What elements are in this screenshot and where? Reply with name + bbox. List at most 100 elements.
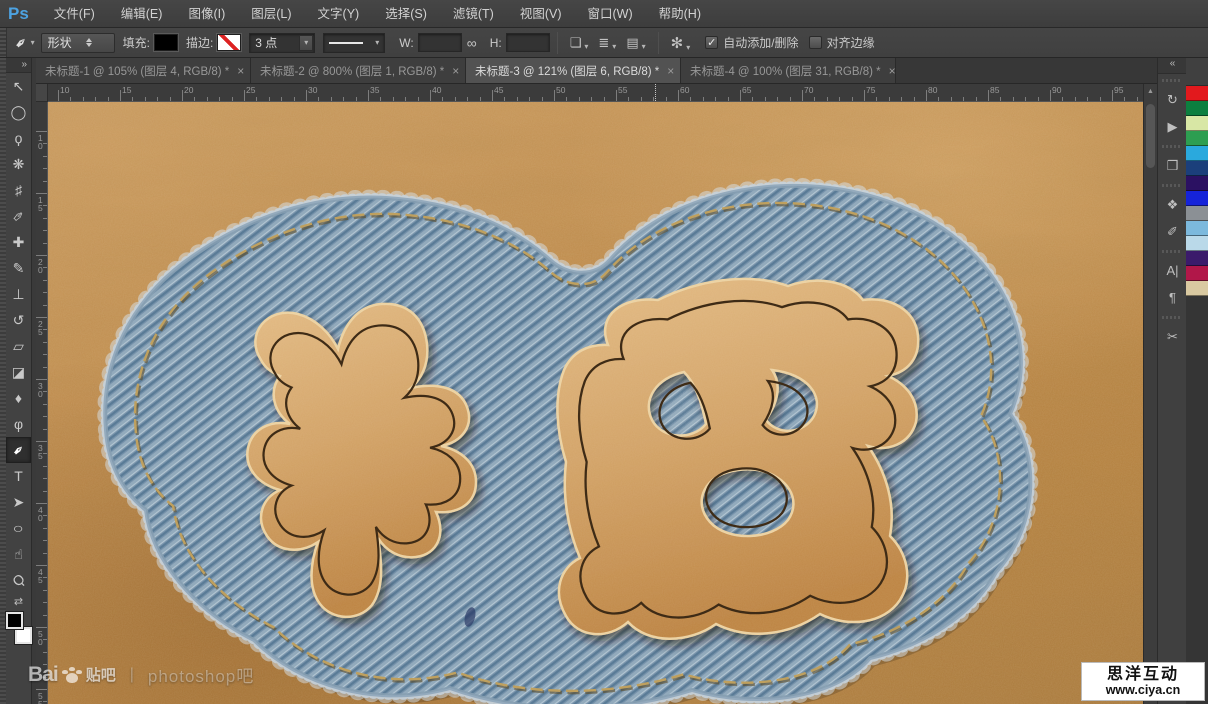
tab-close-icon[interactable]: × (452, 64, 459, 78)
menu-item[interactable]: 图层(L) (238, 0, 304, 28)
color-swatch[interactable] (1186, 176, 1208, 191)
type-tool[interactable]: T (6, 463, 31, 489)
link-dimensions-icon[interactable]: ∞ (462, 35, 482, 51)
ellipse-tool[interactable]: ○ (6, 515, 31, 541)
menu-item[interactable]: 选择(S) (372, 0, 440, 28)
horizontal-ruler[interactable]: 101520253035404550556065707580859095 (48, 84, 1143, 102)
color-swatch[interactable] (1186, 131, 1208, 146)
panel-group-grip[interactable] (1162, 313, 1182, 321)
geometry-options-button[interactable]: ✻▾ (666, 34, 696, 52)
pen-tool[interactable]: ✒ (6, 437, 31, 463)
vertical-ruler[interactable]: 10152025303540455055 (36, 102, 48, 704)
menu-item[interactable]: 滤镜(T) (440, 0, 507, 28)
path-selection-tool[interactable]: ➤ (6, 489, 31, 515)
menu-item[interactable]: 文件(F) (41, 0, 108, 28)
crop-tool[interactable]: ♯ (6, 177, 31, 203)
color-swatch[interactable] (1186, 161, 1208, 176)
path-operations-button[interactable]: ❏▾ (565, 35, 594, 51)
properties-panel-button[interactable]: ✂ (1158, 323, 1187, 350)
clone-stamp-tool[interactable]: ⊥ (6, 281, 31, 307)
brush-presets-panel-icon: ❖ (1167, 197, 1179, 213)
character-panel-button[interactable]: A| (1158, 257, 1187, 284)
menu-item[interactable]: 文字(Y) (305, 0, 373, 28)
color-swatch[interactable] (1186, 116, 1208, 131)
vertical-scrollbar[interactable]: ▲ (1143, 84, 1157, 704)
color-swatch[interactable] (1186, 146, 1208, 161)
color-swatch[interactable] (1186, 221, 1208, 236)
eyedropper-tool[interactable]: ✑ (6, 203, 31, 229)
menu-item[interactable]: 帮助(H) (646, 0, 714, 28)
color-swatch[interactable] (1186, 86, 1208, 101)
menu-item[interactable]: 编辑(E) (108, 0, 176, 28)
3d-panel-button[interactable]: ❒ (1158, 152, 1187, 179)
tab-close-icon[interactable]: × (889, 64, 896, 78)
color-swatch[interactable] (1186, 206, 1208, 221)
history-brush-tool[interactable]: ↺ (6, 307, 31, 333)
foreground-color-swatch[interactable] (6, 612, 23, 629)
lasso-tool[interactable]: ϙ (6, 125, 31, 151)
panel-group-grip[interactable] (1162, 247, 1182, 255)
path-alignment-button[interactable]: ≣▾ (593, 35, 621, 51)
path-arrange-button[interactable]: ▤▾ (621, 35, 650, 51)
document-tab[interactable]: 未标题-1 @ 105% (图层 4, RGB/8) *× (36, 58, 251, 83)
align-edges-checkbox[interactable]: ✓ (809, 36, 822, 49)
paragraph-panel-button[interactable]: ¶ (1158, 284, 1187, 311)
healing-brush-tool[interactable]: ✚ (6, 229, 31, 255)
scroll-up-icon[interactable]: ▲ (1144, 84, 1157, 95)
scrollbar-thumb[interactable] (1146, 104, 1155, 168)
panel-collapse-button[interactable]: » (0, 58, 31, 73)
panel-group-grip[interactable] (1162, 76, 1182, 84)
ruler-corner[interactable] (36, 84, 48, 102)
stroke-color-swatch[interactable] (217, 34, 241, 51)
ruler-tick (926, 90, 927, 101)
document-tab[interactable]: 未标题-2 @ 800% (图层 1, RGB/8) *× (251, 58, 466, 83)
tool-presets-panel-button[interactable]: ✐ (1158, 218, 1187, 245)
panel-group-grip[interactable] (1162, 142, 1182, 150)
actions-panel-button[interactable]: ▶ (1158, 113, 1187, 140)
menu-item[interactable]: 窗口(W) (575, 0, 646, 28)
tab-close-icon[interactable]: × (667, 64, 674, 78)
color-swatch[interactable] (1186, 101, 1208, 116)
stroke-width-combo[interactable]: 3 点 ▾ (249, 33, 315, 53)
document-tab[interactable]: 未标题-3 @ 121% (图层 6, RGB/8) *× (466, 58, 681, 83)
separator (557, 32, 558, 54)
tool-mode-dropdown[interactable]: 形状 (41, 33, 115, 53)
stroke-style-combo[interactable]: ▾ (323, 33, 385, 53)
color-swatch[interactable] (1186, 251, 1208, 266)
path-arrange-icon: ▤ (626, 35, 638, 51)
current-tool-button[interactable]: ✒ ▾ (7, 34, 41, 52)
color-swatch[interactable] (1186, 266, 1208, 281)
color-swatch[interactable] (1186, 191, 1208, 206)
brush-tool[interactable]: ✎ (6, 255, 31, 281)
tab-close-icon[interactable]: × (237, 64, 244, 78)
swap-colors-button[interactable]: ⇄ (6, 593, 31, 609)
paragraph-panel-icon: ¶ (1169, 290, 1176, 305)
shape-height-input[interactable] (506, 33, 550, 52)
blur-tool[interactable]: ♦ (6, 385, 31, 411)
canvas[interactable] (48, 102, 1143, 704)
ruler-tick (343, 97, 344, 101)
auto-add-delete-checkbox[interactable]: ✓ (705, 36, 718, 49)
menu-item[interactable]: 图像(I) (175, 0, 238, 28)
menu-item[interactable]: 视图(V) (507, 0, 575, 28)
dodge-tool[interactable]: φ (6, 411, 31, 437)
color-swatch[interactable] (1186, 236, 1208, 251)
dock-collapse-button[interactable]: « (1158, 58, 1186, 74)
ruler-number: 20 (184, 85, 193, 95)
background-color-swatch[interactable] (15, 627, 32, 644)
color-swatch[interactable] (1186, 281, 1208, 296)
eraser-tool[interactable]: ▱ (6, 333, 31, 359)
fill-color-swatch[interactable] (154, 34, 178, 51)
brush-presets-panel-button[interactable]: ❖ (1158, 191, 1187, 218)
quick-selection-tool[interactable]: ❋ (6, 151, 31, 177)
baidu-tieba-watermark: Bai 贴吧 | photoshop吧 (28, 662, 254, 687)
move-tool[interactable]: ↖ (6, 73, 31, 99)
panel-group-grip[interactable] (1162, 181, 1182, 189)
hand-tool[interactable]: ☝ (6, 541, 31, 567)
shape-width-input[interactable] (418, 33, 462, 52)
zoom-tool[interactable]: Ϙ (6, 567, 31, 593)
marquee-tool[interactable]: ◯ (6, 99, 31, 125)
history-panel-button[interactable]: ↻ (1158, 86, 1187, 113)
gradient-tool[interactable]: ◪ (6, 359, 31, 385)
document-tab[interactable]: 未标题-4 @ 100% (图层 31, RGB/8) *× (681, 58, 896, 83)
